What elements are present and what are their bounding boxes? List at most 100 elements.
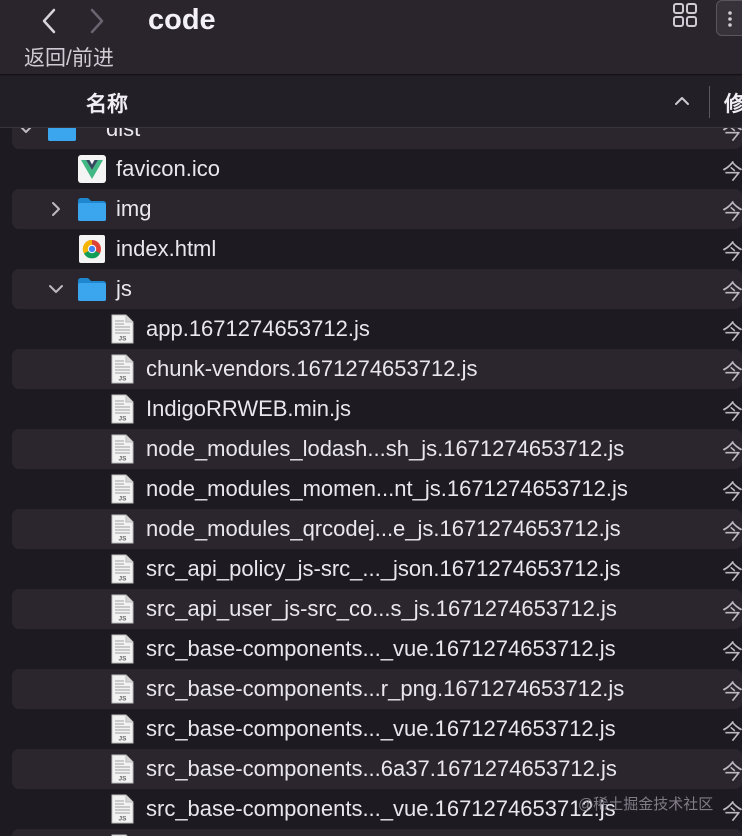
- row-label: src_base-components...6a37.1671274653712…: [146, 756, 617, 781]
- row-date: 今: [722, 401, 742, 424]
- row-date: 今: [722, 521, 742, 544]
- file-row[interactable]: JS node_modules_qrcodej...e_js.1671274653…: [12, 509, 742, 549]
- column-name-header[interactable]: 名称: [86, 88, 128, 118]
- file-row[interactable]: JS node_modules_lodash...sh_js.1671274653…: [12, 429, 742, 469]
- js-file-icon: JS: [106, 433, 138, 465]
- row-date: 今: [722, 201, 742, 224]
- chevron-right-icon[interactable]: [46, 199, 66, 219]
- row-date: 今: [722, 241, 742, 264]
- watermark: @稀土掘金技术社区: [578, 796, 714, 813]
- svg-text:JS: JS: [119, 576, 128, 583]
- chevron-down-icon[interactable]: [16, 128, 36, 139]
- js-file-icon: JS: [106, 673, 138, 705]
- chevron-down-icon[interactable]: [46, 279, 66, 299]
- row-label: src_base-components..._vue.1671274653712…: [146, 636, 616, 661]
- row-label: node_modules_lodash...sh_js.167127465371…: [146, 436, 625, 461]
- row-date: 今: [722, 561, 742, 584]
- chevron-right-icon: [90, 8, 104, 34]
- folder-icon: [46, 128, 78, 145]
- file-row[interactable]: JS node_modules_momen...nt_js.16712746537…: [12, 469, 742, 509]
- chevron-up-icon[interactable]: [674, 96, 690, 106]
- js-file-icon: JS: [106, 353, 138, 385]
- row-label: app.1671274653712.js: [146, 316, 370, 341]
- svg-text:JS: JS: [119, 456, 128, 463]
- chrome-logo-icon: [76, 233, 108, 265]
- svg-text:JS: JS: [119, 616, 128, 623]
- column-modified-header[interactable]: 修: [724, 88, 742, 118]
- back-button[interactable]: [34, 6, 64, 36]
- js-file-icon: JS: [106, 713, 138, 745]
- row-label: src_base-components..._vue.1671274653712…: [146, 796, 616, 821]
- file-row[interactable]: favicon.ico 今: [12, 149, 742, 189]
- js-file-icon: JS: [106, 473, 138, 505]
- row-date: 今: [722, 441, 742, 464]
- row-label: dist: [106, 128, 141, 141]
- row-label: node_modules_momen...nt_js.1671274653712…: [146, 476, 628, 501]
- svg-text:JS: JS: [119, 536, 128, 543]
- window-title: code: [148, 4, 216, 36]
- file-row[interactable]: JS src_api_policy_js-src_..._json.1671274…: [12, 549, 742, 589]
- svg-text:JS: JS: [119, 496, 128, 503]
- column-divider[interactable]: [709, 86, 710, 118]
- row-date: 今: [722, 681, 742, 704]
- row-label: src_api_policy_js-src_..._json.167127465…: [146, 556, 621, 581]
- row-date: 今: [722, 801, 742, 824]
- row-date: 今: [722, 761, 742, 784]
- row-date: 今: [722, 481, 742, 504]
- file-list: dist 今 favicon.ico 今 img 今 index.html 今 js 今 JS app…: [0, 128, 742, 836]
- js-file-icon: JS: [106, 393, 138, 425]
- file-row[interactable]: index.html 今: [12, 229, 742, 269]
- row-label: js: [116, 276, 132, 301]
- row-label: IndigoRRWEB.min.js: [146, 396, 351, 421]
- js-file-icon: JS: [106, 593, 138, 625]
- grid-view-icon: [673, 3, 697, 27]
- file-row[interactable]: JS src_base-components...6a37.16712746537…: [12, 749, 742, 789]
- row-date: 今: [722, 128, 742, 144]
- svg-text:JS: JS: [119, 736, 128, 743]
- row-label: chunk-vendors.1671274653712.js: [146, 356, 478, 381]
- file-row[interactable]: JS src_base-components..._vue.16712746537…: [12, 629, 742, 669]
- folder-row[interactable]: img 今: [12, 189, 742, 229]
- row-label: src_api_user_js-src_co...s_js.1671274653…: [146, 596, 617, 621]
- row-label: src_base-components...r_png.167127465371…: [146, 676, 625, 701]
- more-icon: [728, 11, 732, 27]
- forward-button[interactable]: [82, 6, 112, 36]
- row-date: 今: [722, 161, 742, 184]
- row-label: img: [116, 196, 152, 221]
- row-label: node_modules_qrcodej...e_js.167127465371…: [146, 516, 621, 541]
- js-file-icon: JS: [106, 553, 138, 585]
- more-button[interactable]: [716, 0, 742, 36]
- svg-text:JS: JS: [119, 816, 128, 823]
- column-header: 名称 修: [0, 76, 742, 128]
- svg-text:JS: JS: [119, 376, 128, 383]
- file-row[interactable]: JS src_base-components..._vue.16712746537…: [12, 709, 742, 749]
- file-row[interactable]: JS IndigoRRWEB.min.js 今: [12, 389, 742, 429]
- file-row[interactable]: JS app.1671274653712.js 今: [12, 309, 742, 349]
- row-date: 今: [722, 321, 742, 344]
- folder-row[interactable]: js 今: [12, 269, 742, 309]
- file-row[interactable]: JS: [12, 829, 742, 836]
- svg-text:JS: JS: [119, 776, 128, 783]
- row-date: 今: [722, 721, 742, 744]
- row-label: favicon.ico: [116, 156, 220, 181]
- file-row[interactable]: JS src_base-components...r_png.1671274653…: [12, 669, 742, 709]
- folder-icon: [76, 193, 108, 225]
- folder-row[interactable]: dist 今: [12, 128, 742, 149]
- view-mode-button[interactable]: [672, 2, 698, 28]
- row-label: index.html: [116, 236, 217, 261]
- js-file-icon: JS: [106, 313, 138, 345]
- js-file-icon: JS: [106, 513, 138, 545]
- file-row[interactable]: JS src_api_user_js-src_co...s_js.16712746…: [12, 589, 742, 629]
- row-date: 今: [722, 361, 742, 384]
- svg-text:JS: JS: [119, 696, 128, 703]
- row-date: 今: [722, 641, 742, 664]
- file-row[interactable]: JS chunk-vendors.1671274653712.js 今: [12, 349, 742, 389]
- row-date: 今: [722, 281, 742, 304]
- svg-text:JS: JS: [119, 336, 128, 343]
- chevron-left-icon: [42, 8, 56, 34]
- js-file-icon: JS: [106, 793, 138, 825]
- svg-text:JS: JS: [119, 416, 128, 423]
- folder-icon: [76, 273, 108, 305]
- js-file-icon: JS: [106, 753, 138, 785]
- toolbar: code 返回/前进: [0, 0, 742, 75]
